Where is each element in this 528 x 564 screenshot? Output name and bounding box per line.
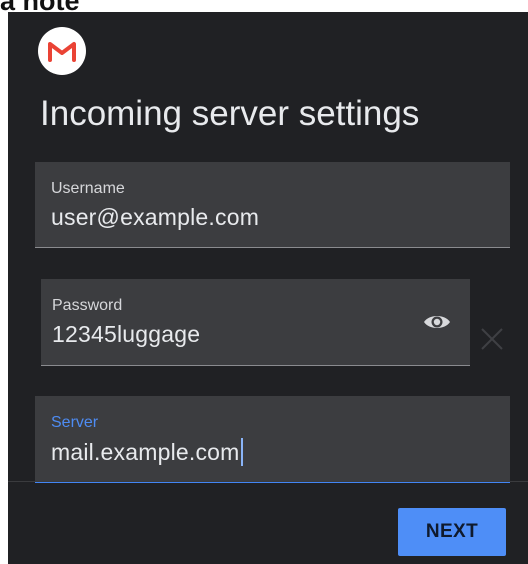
eye-icon[interactable] (421, 308, 453, 336)
server-settings-screen: Incoming server settings Username user@e… (8, 12, 528, 564)
server-value: mail.example.com (51, 439, 240, 465)
server-input[interactable]: mail.example.com (51, 438, 243, 466)
password-input[interactable]: 12345luggage (52, 321, 200, 348)
username-label: Username (51, 180, 125, 197)
page-title: Incoming server settings (40, 94, 420, 133)
password-label: Password (52, 297, 123, 314)
server-label: Server (51, 414, 99, 431)
password-field[interactable]: Password 12345luggage (41, 279, 470, 366)
divider (8, 481, 528, 482)
username-input[interactable]: user@example.com (51, 204, 259, 231)
server-field[interactable]: Server mail.example.com (35, 396, 510, 483)
gmail-icon (38, 27, 86, 75)
username-field[interactable]: Username user@example.com (35, 162, 510, 248)
text-cursor (240, 438, 243, 466)
next-button[interactable]: NEXT (398, 508, 506, 556)
close-icon[interactable] (480, 327, 504, 351)
